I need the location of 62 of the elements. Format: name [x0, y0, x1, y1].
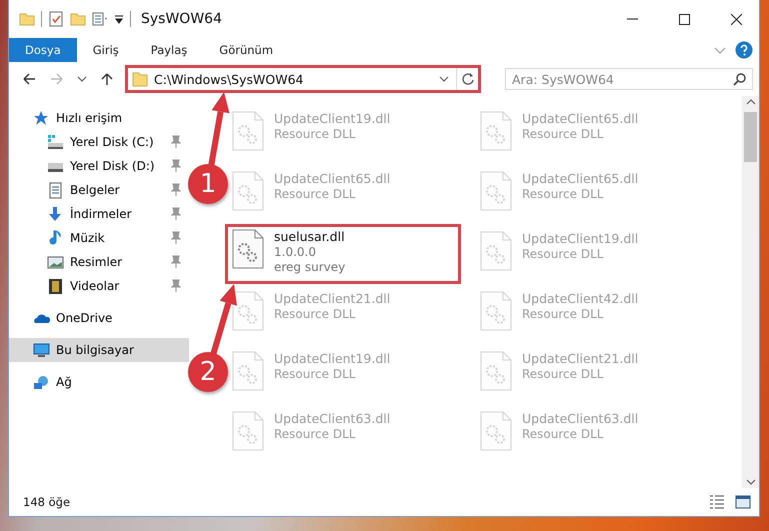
file-item[interactable]: suelusar.dll 1.0.0.0 ereg survey: [225, 224, 461, 284]
ribbon-tab[interactable]: Giriş: [76, 38, 135, 62]
search-field[interactable]: Ara: SysWOW64: [505, 68, 753, 90]
dll-file-icon: [480, 111, 512, 151]
nav-item[interactable]: Müzik: [9, 226, 189, 250]
details-view-button[interactable]: [709, 494, 725, 510]
nav-item[interactable]: OneDrive: [9, 306, 189, 330]
chevron-icon: [77, 76, 87, 82]
document-icon: [47, 182, 64, 198]
recent-locations-button[interactable]: [77, 76, 87, 82]
dll-file-icon: [232, 171, 264, 211]
scrollbar-thumb[interactable]: [744, 112, 757, 162]
nav-item[interactable]: Belgeler: [9, 178, 189, 202]
dll-file-icon: [232, 111, 264, 151]
item-count: 148 öğe: [23, 495, 70, 509]
maximize-icon: [678, 14, 690, 24]
back-button[interactable]: [21, 71, 37, 87]
video-icon: [47, 278, 64, 294]
up-button[interactable]: [99, 71, 115, 87]
ribbon-tab[interactable]: Paylaş: [134, 38, 204, 62]
nav-item[interactable]: Yerel Disk (D:): [9, 154, 189, 178]
nav-item[interactable]: İndirmeler: [9, 202, 189, 226]
large-icons-view-button[interactable]: [735, 494, 751, 510]
address-bar[interactable]: C:\Windows\SysWOW64: [125, 65, 481, 93]
checklist-icon[interactable]: [48, 11, 64, 27]
nav-item[interactable]: Ağ: [9, 370, 189, 394]
picture-icon: [47, 254, 64, 270]
nav-item[interactable]: Yerel Disk (C:): [9, 130, 189, 154]
folder-icon: [132, 71, 148, 87]
minimize-icon: [626, 18, 638, 20]
close-icon: [730, 14, 742, 24]
ribbon-tab[interactable]: Görünüm: [203, 38, 290, 62]
dll-file-icon: [480, 291, 512, 331]
dll-file-icon: [480, 351, 512, 391]
nav-item[interactable]: Hızlı erişim: [9, 106, 189, 130]
large-icons-view-icon: [735, 494, 751, 510]
details-view-icon: [709, 494, 725, 510]
system-drive-icon: [47, 134, 64, 150]
network-icon: [33, 374, 50, 390]
up-icon: [99, 71, 115, 87]
dll-file-icon: [480, 411, 512, 451]
nav-item[interactable]: Videolar: [9, 274, 189, 298]
dll-file-icon: [232, 291, 264, 331]
star-icon: [33, 110, 50, 126]
dll-file-icon: [480, 231, 512, 271]
computer-icon: [33, 342, 50, 358]
dropdown-icon[interactable]: [114, 13, 124, 25]
search-icon: [733, 72, 747, 86]
download-icon: [47, 206, 64, 222]
dll-file-icon: [232, 411, 264, 451]
back-icon: [21, 71, 37, 87]
dll-file-icon: [232, 351, 264, 391]
ribbon-tab[interactable]: Dosya: [9, 38, 77, 62]
help-icon: [735, 41, 753, 59]
forward-icon: [49, 71, 65, 87]
properties-icon[interactable]: [92, 11, 108, 27]
dll-file-icon: [232, 229, 264, 269]
window-title: SysWOW64: [141, 11, 223, 27]
nav-item[interactable]: Resimler: [9, 250, 189, 274]
refresh-icon: [460, 72, 474, 86]
nav-item[interactable]: Bu bilgisayar: [9, 338, 189, 362]
dll-file-icon: [480, 171, 512, 211]
